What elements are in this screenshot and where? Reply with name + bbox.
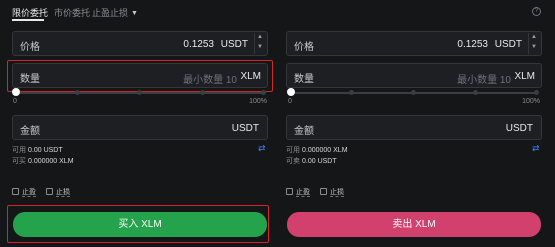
- stop-loss-label: 止损: [330, 189, 344, 197]
- sell-price-value: 0.1253: [457, 39, 488, 50]
- buy-percent-slider[interactable]: 0 100%: [12, 88, 267, 109]
- checkbox-box[interactable]: [12, 188, 19, 195]
- checkbox-box[interactable]: [286, 188, 293, 195]
- buy-price-label: 价格: [20, 42, 40, 53]
- sell-amount-label: 金额: [294, 126, 314, 137]
- buy-price-unit: USDT: [220, 39, 248, 50]
- stepper-arrows-icon[interactable]: ▲ ▼: [528, 33, 540, 54]
- chevron-down-icon: ▼: [131, 10, 138, 17]
- sell-can-sell-row: 可卖 0.00 USDT: [286, 156, 337, 166]
- available-label: 可用: [286, 147, 300, 154]
- sell-quantity-field[interactable]: 数量 最小数量 10 XLM: [286, 63, 542, 88]
- tab-limit-order[interactable]: 限价委托: [12, 6, 48, 19]
- slider-min-label: 0: [288, 98, 292, 105]
- take-profit-label: 止盈: [22, 189, 36, 197]
- slider-tick-25[interactable]: [75, 90, 80, 95]
- available-value: 0.000000 XLM: [302, 147, 348, 154]
- slider-tick-50[interactable]: [137, 90, 142, 95]
- highlight-box-buy-button: [7, 205, 269, 243]
- stop-loss-label: 止损: [56, 189, 70, 197]
- sell-available-row: 可用 0.000000 XLM: [286, 145, 348, 155]
- slider-tick-100[interactable]: [261, 90, 266, 95]
- buy-amount-unit: USDT: [231, 123, 259, 134]
- highlight-box-quantity: [7, 60, 273, 92]
- buy-take-profit-checkbox[interactable]: 止盈: [12, 187, 36, 197]
- checkbox-box[interactable]: [46, 188, 53, 195]
- sell-amount-unit: USDT: [505, 123, 533, 134]
- sell-quantity-label: 数量: [294, 74, 314, 85]
- swap-arrows-icon[interactable]: ⇄: [258, 143, 266, 154]
- sell-price-unit: USDT: [494, 39, 522, 50]
- slider-min-label: 0: [13, 98, 17, 105]
- sell-amount-field[interactable]: 金额 USDT: [286, 115, 542, 140]
- buy-amount-field[interactable]: 金额 USDT: [12, 115, 268, 140]
- sell-xlm-button[interactable]: 卖出 XLM: [287, 212, 541, 237]
- buy-amount-label: 金额: [20, 126, 40, 137]
- slider-tick-100[interactable]: [534, 90, 539, 95]
- help-circle-icon[interactable]: ?: [532, 7, 541, 16]
- swap-arrows-icon[interactable]: ⇄: [532, 143, 540, 154]
- checkbox-box[interactable]: [320, 188, 327, 195]
- can-sell-label: 可卖: [286, 158, 300, 165]
- buy-stop-loss-checkbox[interactable]: 止损: [46, 187, 70, 197]
- tab-tpsl-order[interactable]: 止盈止损 ▼: [92, 6, 138, 19]
- slider-tick-25[interactable]: [349, 90, 354, 95]
- stepper-arrows-icon[interactable]: ▲ ▼: [254, 33, 266, 54]
- buy-price-field[interactable]: 价格 0.1253 USDT ▲ ▼: [12, 31, 268, 56]
- slider-tick-75[interactable]: [473, 90, 478, 95]
- order-type-tabs: 限价委托 市价委托 止盈止损 ▼ ?: [0, 0, 555, 22]
- available-value: 0.00 USDT: [28, 147, 63, 154]
- tab-market-order[interactable]: 市价委托: [54, 6, 90, 19]
- tab-tpsl-label: 止盈止损: [92, 8, 129, 18]
- sell-percent-slider[interactable]: 0 100%: [287, 88, 540, 109]
- sell-price-field[interactable]: 价格 0.1253 USDT ▲ ▼: [286, 31, 542, 56]
- can-buy-label: 可买: [12, 158, 26, 165]
- slider-max-label: 100%: [522, 98, 540, 105]
- sell-quantity-unit: XLM: [514, 71, 535, 82]
- available-label: 可用: [12, 147, 26, 154]
- buy-available-row: 可用 0.00 USDT: [12, 145, 63, 155]
- sell-take-profit-checkbox[interactable]: 止盈: [286, 187, 310, 197]
- buy-price-value: 0.1253: [183, 39, 214, 50]
- buy-can-buy-row: 可买 0.000000 XLM: [12, 156, 74, 166]
- active-tab-indicator: [12, 19, 44, 21]
- can-buy-value: 0.000000 XLM: [28, 158, 74, 165]
- slider-tick-50[interactable]: [411, 90, 416, 95]
- slider-thumb[interactable]: [12, 88, 20, 96]
- slider-max-label: 100%: [249, 98, 267, 105]
- slider-thumb[interactable]: [287, 88, 295, 96]
- can-sell-value: 0.00 USDT: [302, 158, 337, 165]
- sell-quantity-placeholder: 最小数量 10: [457, 75, 511, 86]
- slider-tick-75[interactable]: [200, 90, 205, 95]
- take-profit-label: 止盈: [296, 189, 310, 197]
- sell-stop-loss-checkbox[interactable]: 止损: [320, 187, 344, 197]
- sell-price-label: 价格: [294, 42, 314, 53]
